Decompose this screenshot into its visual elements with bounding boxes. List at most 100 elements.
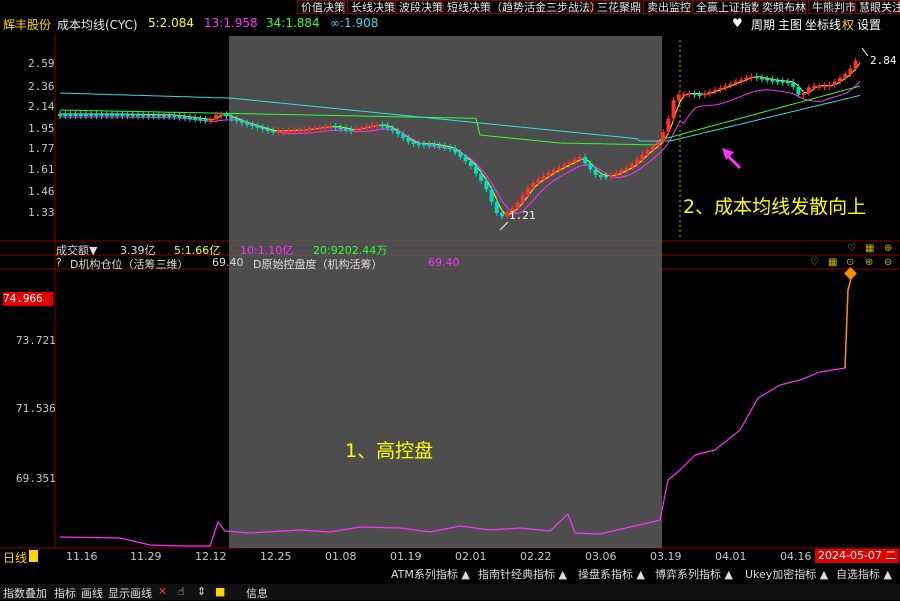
candle xyxy=(624,167,629,171)
candle xyxy=(479,173,484,181)
candle xyxy=(765,78,770,81)
candle xyxy=(323,126,328,129)
price-tick: 1.77 xyxy=(28,142,55,155)
candle xyxy=(234,118,239,121)
candle xyxy=(364,126,369,129)
candle xyxy=(552,170,556,173)
candle xyxy=(177,115,182,118)
heart-icon[interactable]: ♡ xyxy=(810,257,819,268)
tab-trading[interactable]: 操盘系指标 ▲ xyxy=(578,568,645,582)
candle xyxy=(838,77,842,82)
menu-item[interactable]: 三花聚鼎 xyxy=(593,0,641,14)
candle xyxy=(188,116,192,119)
candle xyxy=(572,159,577,163)
candle xyxy=(718,87,723,90)
menu-item[interactable]: 全赢上证指数 xyxy=(692,0,762,14)
price-tick: 2.14 xyxy=(28,100,55,113)
candle xyxy=(442,145,447,148)
lock-icon[interactable]: ■ xyxy=(215,585,225,598)
candle xyxy=(380,124,385,127)
settings-icon[interactable]: ▦ xyxy=(865,243,874,254)
updown-icon[interactable]: ⇕ xyxy=(197,585,206,598)
period-label[interactable]: 日线 xyxy=(3,549,27,566)
candle xyxy=(635,159,640,165)
menu-item[interactable]: 奕频布林 xyxy=(758,0,806,14)
candle xyxy=(541,176,546,180)
tab-ukey[interactable]: Ukey加密指标 ▲ xyxy=(745,568,828,582)
candle xyxy=(73,114,78,116)
candle xyxy=(598,175,603,178)
lock-icon[interactable]: ⊙ xyxy=(846,257,854,268)
chart-area[interactable] xyxy=(0,0,900,566)
candle xyxy=(728,83,733,86)
candle xyxy=(422,143,426,146)
menu-item[interactable]: 长线决策 xyxy=(347,0,395,14)
candle xyxy=(489,189,494,202)
candle xyxy=(146,114,151,117)
candle xyxy=(245,122,250,125)
candle xyxy=(406,138,411,142)
close-icon[interactable]: ✕ xyxy=(158,585,167,598)
heart-icon[interactable]: ♡ xyxy=(847,243,856,254)
indicator-title[interactable]: D机构仓位（活筹三维） xyxy=(70,256,188,272)
date-tick: 03.06 xyxy=(585,550,617,563)
status-draw[interactable]: 画线 xyxy=(81,585,103,601)
candle xyxy=(546,172,551,177)
settings-icon[interactable]: ▦ xyxy=(828,257,837,268)
status-index-overlay[interactable]: 指数叠加 xyxy=(3,585,47,601)
candle xyxy=(250,124,255,127)
candle xyxy=(297,130,302,133)
candle xyxy=(370,125,374,128)
candle xyxy=(468,161,473,167)
candle xyxy=(136,114,140,117)
candle xyxy=(255,125,260,128)
tab-atm[interactable]: ATM系列指标 ▲ xyxy=(391,568,470,582)
menu-item[interactable]: 价值决策 xyxy=(297,0,345,14)
candle xyxy=(84,114,88,116)
indicator-rise-line xyxy=(844,274,853,369)
date-tick: 01.08 xyxy=(325,550,357,563)
status-indicator[interactable]: 指标 xyxy=(54,585,76,601)
candle xyxy=(390,128,395,131)
menu-item[interactable]: 慧眼关注 xyxy=(855,0,900,14)
indicator-value-2: 69.40 xyxy=(428,256,460,269)
date-tick: 02.22 xyxy=(520,550,552,563)
menu-item[interactable]: 卖出监控 xyxy=(643,0,691,14)
price-tick: 1.95 xyxy=(28,122,55,135)
tab-compass[interactable]: 指南针经典指标 ▲ xyxy=(478,568,567,582)
candle xyxy=(562,164,567,168)
tab-game[interactable]: 博弈系列指标 ▲ xyxy=(655,568,733,582)
zoom-out-icon[interactable]: ⊖ xyxy=(884,257,892,268)
status-info[interactable]: 信息 xyxy=(246,585,268,601)
status-show-draw[interactable]: 显示画线 xyxy=(108,585,152,601)
date-tick: 02.01 xyxy=(455,550,487,563)
hand-icon[interactable]: ☝ xyxy=(178,585,185,598)
candle xyxy=(203,118,208,121)
candle xyxy=(89,114,94,116)
menu-item[interactable]: 波段决策 xyxy=(395,0,443,14)
candle xyxy=(94,114,99,116)
menu-item[interactable]: 短线决策（趋势活金三步战法） xyxy=(443,0,601,14)
candle xyxy=(786,81,790,84)
candle xyxy=(619,170,624,173)
date-tick: 01.19 xyxy=(390,550,422,563)
candle xyxy=(411,141,416,144)
candle xyxy=(172,114,177,117)
candle xyxy=(167,114,172,117)
candle xyxy=(739,79,744,82)
candle xyxy=(214,114,218,120)
candle xyxy=(692,93,697,96)
tab-custom[interactable]: 自选指标 ▲ xyxy=(836,568,892,582)
candle xyxy=(375,124,380,127)
candle xyxy=(656,141,660,146)
help-icon[interactable]: ? xyxy=(56,256,62,269)
zoom-icon[interactable]: ⊕ xyxy=(865,257,873,268)
arrow-icon xyxy=(722,148,742,170)
candle xyxy=(156,114,161,117)
menu-item[interactable]: 牛熊判市 xyxy=(808,0,856,14)
low-price-label: 1.21 xyxy=(509,209,536,222)
candle xyxy=(583,157,588,164)
candle xyxy=(359,127,364,130)
zoom-icon[interactable]: ⊕ xyxy=(884,243,892,254)
period-toggle-icon[interactable] xyxy=(29,550,38,562)
